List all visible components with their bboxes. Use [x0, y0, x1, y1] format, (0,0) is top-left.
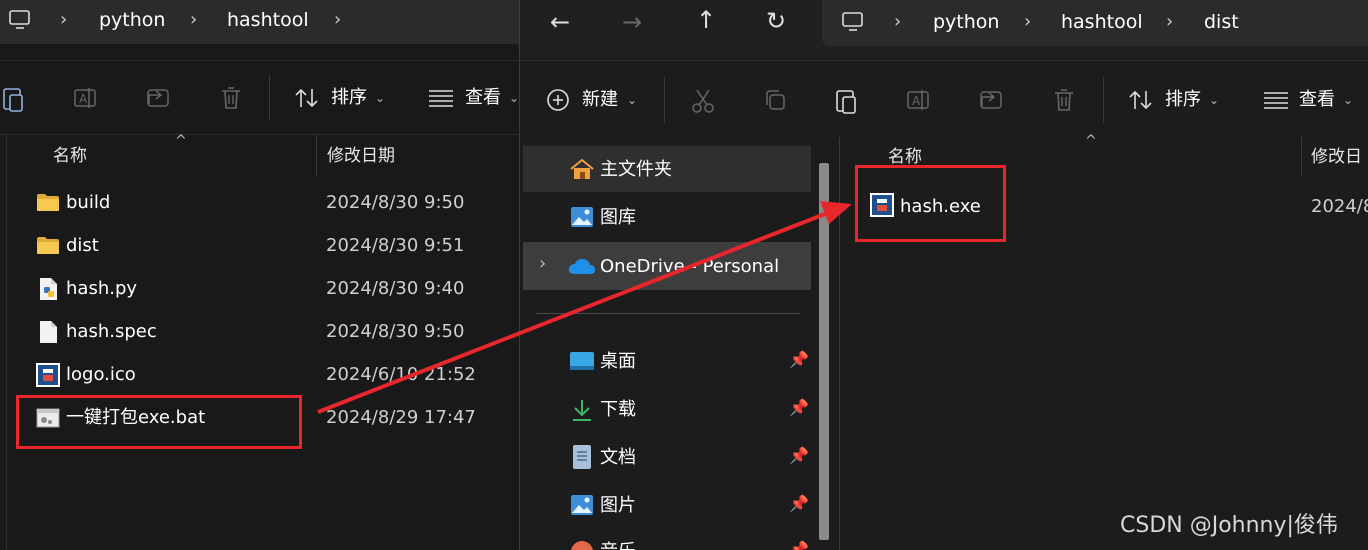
- watermark: CSDN @Johnny|俊伟: [1120, 513, 1338, 538]
- annotation-arrow: [317, 201, 852, 414]
